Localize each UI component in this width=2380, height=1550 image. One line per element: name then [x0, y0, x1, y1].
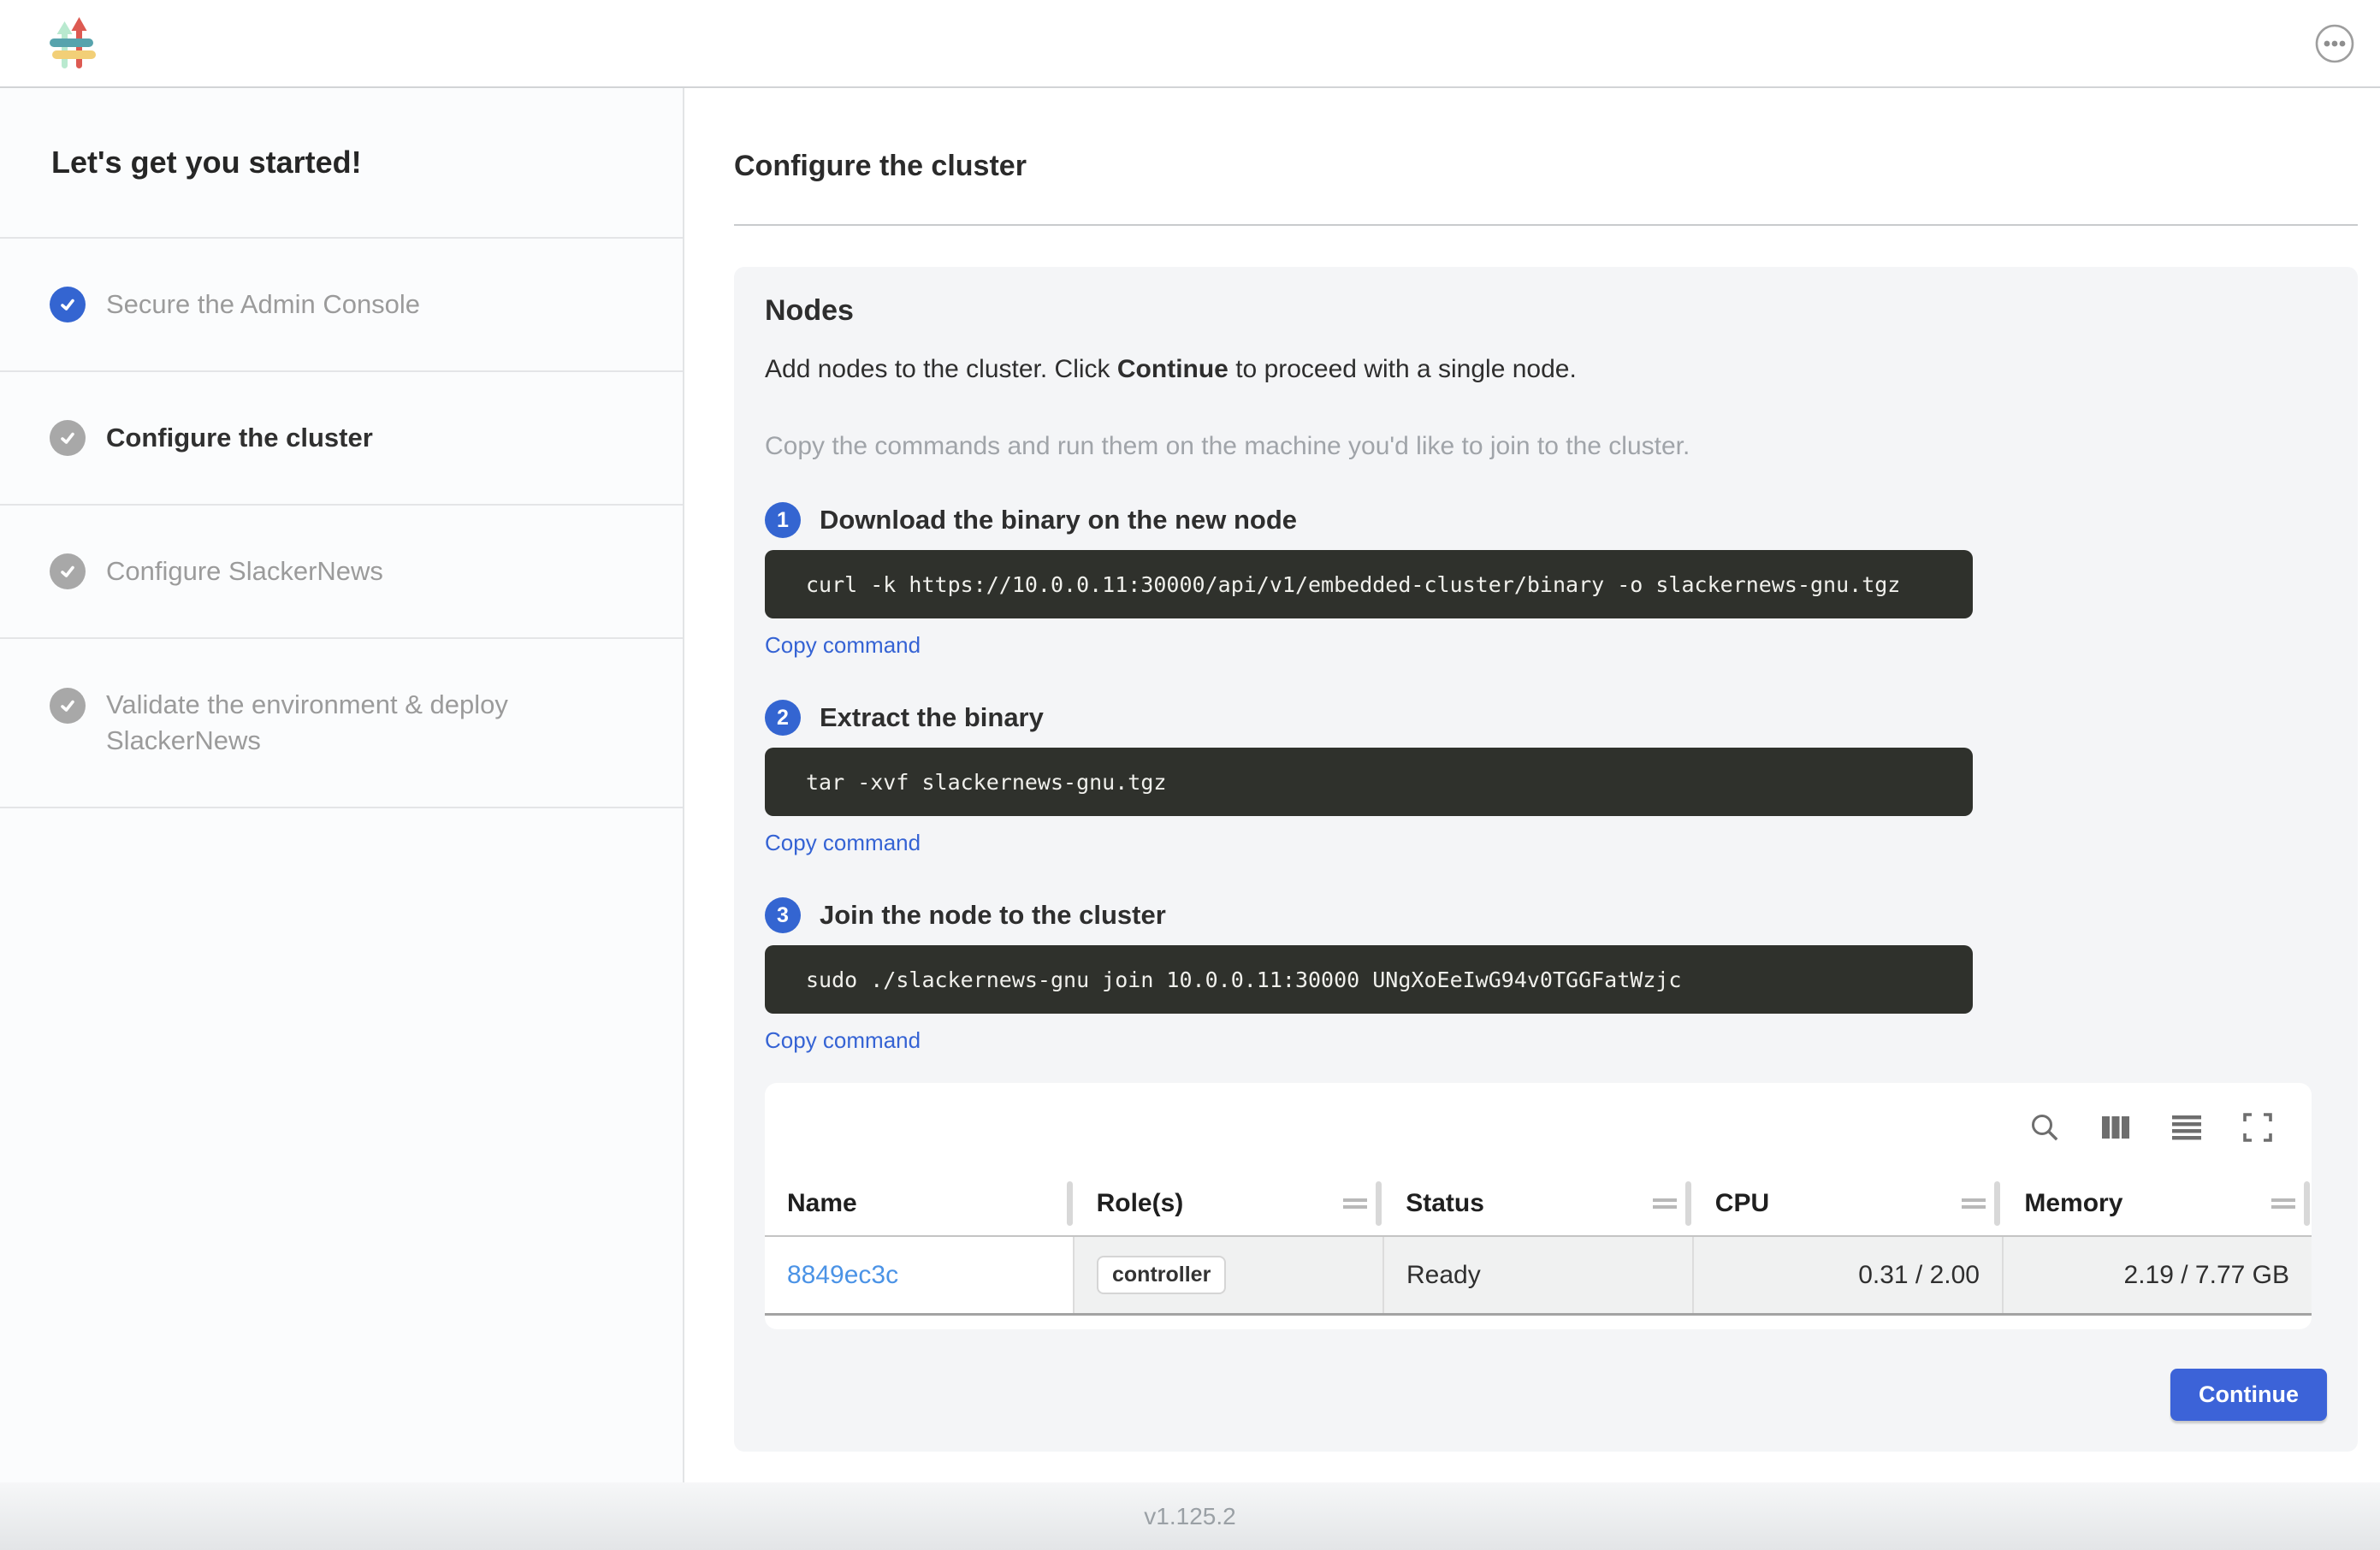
cell-node-name: 8849ec3c	[765, 1237, 1075, 1313]
column-header-cpu[interactable]: CPU	[1693, 1172, 2003, 1235]
role-chip: controller	[1097, 1256, 1226, 1294]
step-3-command-text: sudo ./slackernews-gnu join 10.0.0.11:30…	[806, 967, 1682, 992]
table-density-button[interactable]	[2170, 1110, 2204, 1145]
column-header-label: Role(s)	[1097, 1189, 1184, 1218]
column-menu-icon[interactable]	[1653, 1198, 1677, 1209]
step-1-copy-command-link[interactable]: Copy command	[765, 632, 921, 659]
column-menu-icon[interactable]	[1343, 1198, 1367, 1209]
sidebar-item-label: Configure the cluster	[106, 420, 640, 456]
table-header-row: Name Role(s) Status	[765, 1172, 2312, 1237]
setup-sidebar: Let's get you started! Secure the Admin …	[0, 88, 684, 1482]
slackernews-logo-icon	[50, 17, 96, 70]
node-name-link[interactable]: 8849ec3c	[787, 1261, 898, 1290]
table-fullscreen-button[interactable]	[2241, 1111, 2274, 1144]
main-content: Configure the cluster Nodes Add nodes to…	[684, 88, 2380, 1482]
check-complete-icon	[50, 287, 86, 322]
admin-console-page: Let's get you started! Secure the Admin …	[0, 0, 2380, 1550]
ellipsis-icon	[2314, 23, 2355, 64]
step-1-title: Download the binary on the new node	[820, 505, 1297, 535]
more-menu-button[interactable]	[2313, 22, 2356, 65]
step-2-copy-command-link[interactable]: Copy command	[765, 830, 921, 856]
column-header-status[interactable]: Status	[1383, 1172, 1693, 1235]
column-header-label: CPU	[1715, 1189, 1769, 1218]
title-divider	[734, 224, 2358, 226]
table-bottom-padding	[765, 1316, 2312, 1329]
cell-node-memory: 2.19 / 7.77 GB	[2004, 1237, 2312, 1313]
table-toolbar	[765, 1083, 2312, 1172]
column-header-label: Name	[787, 1189, 857, 1218]
step-2-command-text: tar -xvf slackernews-gnu.tgz	[806, 770, 1166, 795]
step-3-header: 3 Join the node to the cluster	[765, 897, 2327, 933]
step-2-title: Extract the binary	[820, 702, 1044, 733]
cell-node-roles: controller	[1075, 1237, 1384, 1313]
step-2-command-block: tar -xvf slackernews-gnu.tgz	[765, 748, 1973, 816]
table-columns-button[interactable]	[2099, 1111, 2132, 1144]
table-row: 8849ec3c controller Ready 0.31 / 2.00 2.	[765, 1237, 2312, 1316]
body-row: Let's get you started! Secure the Admin …	[0, 88, 2380, 1482]
column-header-label: Memory	[2024, 1189, 2122, 1218]
search-icon	[2028, 1110, 2062, 1145]
memory-text: 2.19 / 7.77 GB	[2124, 1261, 2289, 1290]
nodes-description-bold: Continue	[1117, 355, 1228, 383]
top-header	[0, 0, 2380, 88]
nodes-table-card: Name Role(s) Status	[765, 1083, 2312, 1329]
step-3-number-badge: 3	[765, 897, 801, 933]
nodes-description: Add nodes to the cluster. Click Continue…	[765, 355, 2327, 384]
cpu-text: 0.31 / 2.00	[1858, 1261, 1980, 1290]
column-separator[interactable]	[2304, 1181, 2310, 1226]
copy-instructions: Copy the commands and run them on the ma…	[765, 432, 2327, 461]
density-icon	[2170, 1110, 2204, 1145]
column-header-roles[interactable]: Role(s)	[1075, 1172, 1384, 1235]
fullscreen-icon	[2241, 1111, 2274, 1144]
cell-node-cpu: 0.31 / 2.00	[1694, 1237, 2004, 1313]
step-2-header: 2 Extract the binary	[765, 700, 2327, 736]
step-1-header: 1 Download the binary on the new node	[765, 502, 2327, 538]
sidebar-item-configure-cluster[interactable]: Configure the cluster	[0, 372, 683, 506]
sidebar-item-validate-deploy[interactable]: Validate the environment & deploy Slacke…	[0, 639, 683, 808]
version-label: v1.125.2	[1144, 1503, 1235, 1530]
columns-icon	[2099, 1111, 2132, 1144]
step-1-number-badge: 1	[765, 502, 801, 538]
nodes-card: Nodes Add nodes to the cluster. Click Co…	[734, 267, 2358, 1452]
page-title: Configure the cluster	[734, 150, 2358, 183]
cell-node-status: Ready	[1384, 1237, 1694, 1313]
status-text: Ready	[1406, 1261, 1481, 1290]
step-1-command-text: curl -k https://10.0.0.11:30000/api/v1/e…	[806, 572, 1900, 597]
column-menu-icon[interactable]	[2271, 1198, 2295, 1209]
sidebar-item-label: Validate the environment & deploy Slacke…	[106, 687, 640, 759]
column-separator[interactable]	[1685, 1181, 1691, 1226]
step-3-title: Join the node to the cluster	[820, 900, 1166, 931]
sidebar-item-configure-slackernews[interactable]: Configure SlackerNews	[0, 506, 683, 639]
nodes-card-title: Nodes	[765, 294, 2327, 328]
sidebar-title: Let's get you started!	[0, 88, 683, 239]
column-separator[interactable]	[1994, 1181, 2000, 1226]
column-header-name[interactable]: Name	[765, 1172, 1075, 1235]
table-search-button[interactable]	[2028, 1110, 2062, 1145]
column-header-memory[interactable]: Memory	[2002, 1172, 2312, 1235]
step-3-copy-command-link[interactable]: Copy command	[765, 1027, 921, 1054]
page-footer: v1.125.2	[0, 1482, 2380, 1550]
check-pending-icon	[50, 420, 86, 456]
step-2-number-badge: 2	[765, 700, 801, 736]
step-1-command-block: curl -k https://10.0.0.11:30000/api/v1/e…	[765, 550, 1973, 618]
column-separator[interactable]	[1376, 1181, 1382, 1226]
column-header-label: Status	[1406, 1189, 1484, 1218]
sidebar-item-label: Secure the Admin Console	[106, 287, 640, 322]
sidebar-item-secure-admin-console[interactable]: Secure the Admin Console	[0, 239, 683, 372]
continue-button[interactable]: Continue	[2170, 1369, 2327, 1421]
nodes-description-prefix: Add nodes to the cluster. Click	[765, 355, 1117, 383]
column-menu-icon[interactable]	[1962, 1198, 1986, 1209]
sidebar-item-label: Configure SlackerNews	[106, 553, 640, 589]
check-pending-icon	[50, 553, 86, 589]
nodes-description-suffix: to proceed with a single node.	[1228, 355, 1577, 383]
step-3-command-block: sudo ./slackernews-gnu join 10.0.0.11:30…	[765, 945, 1973, 1014]
check-pending-icon	[50, 688, 86, 724]
card-actions: Continue	[765, 1369, 2327, 1421]
column-separator[interactable]	[1067, 1181, 1073, 1226]
